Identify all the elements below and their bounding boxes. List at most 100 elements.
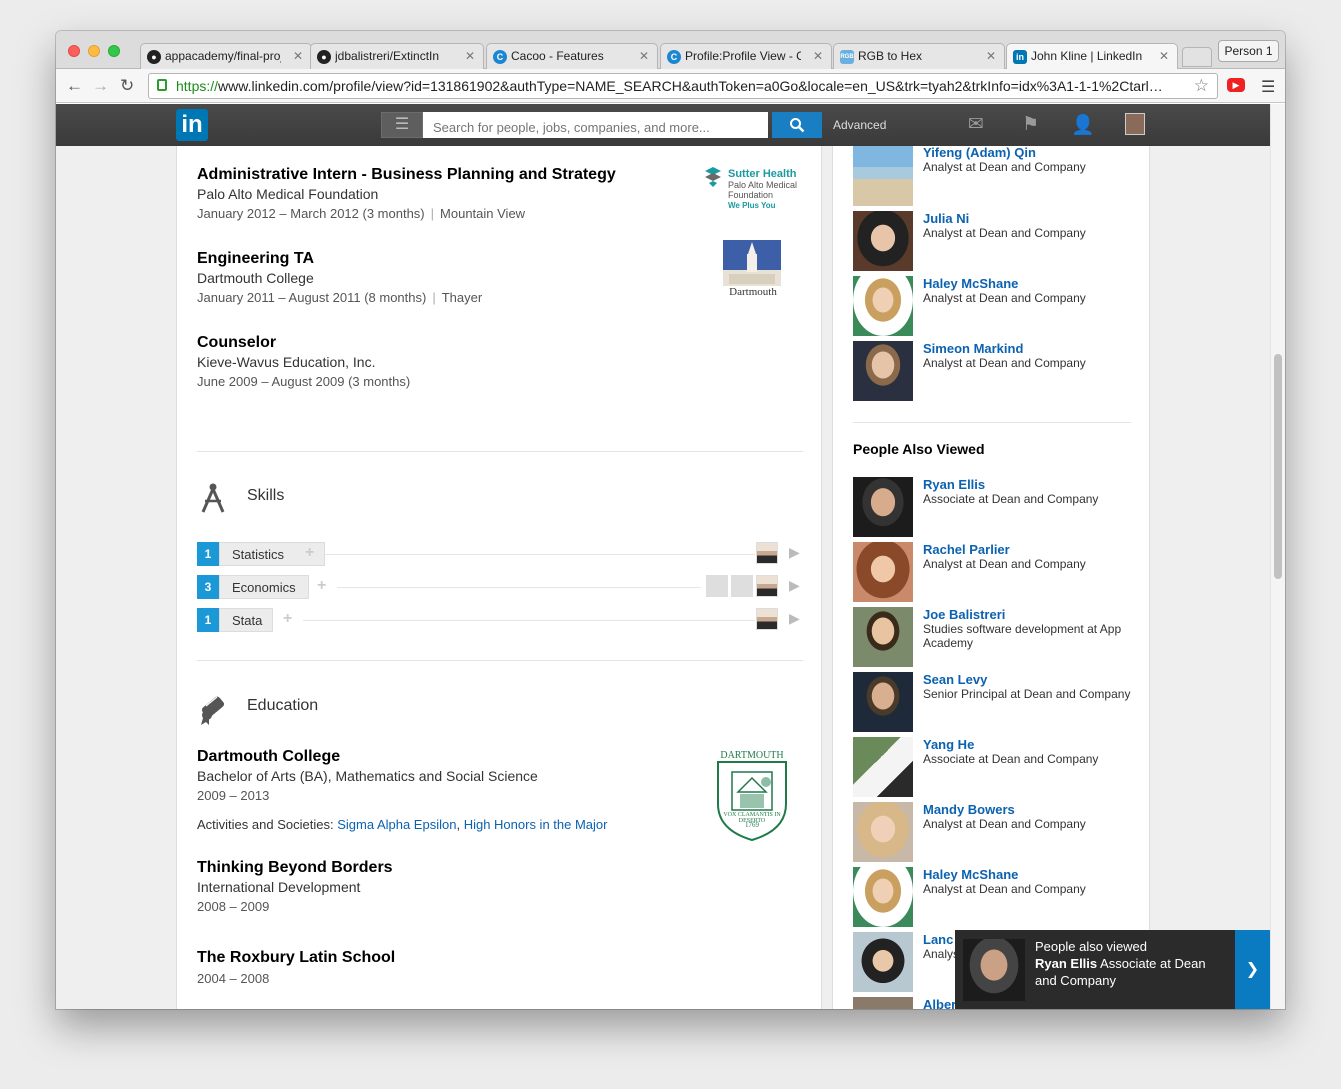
bookmark-star-icon[interactable]: ☆ bbox=[1194, 76, 1209, 96]
reload-icon[interactable]: ↻ bbox=[120, 76, 134, 96]
colleague-card[interactable]: Yifeng (Adam) Qin Analyst at Dean and Co… bbox=[853, 146, 1143, 208]
skill-name[interactable]: Economics bbox=[219, 575, 309, 599]
person-name[interactable]: Rachel Parlier bbox=[923, 542, 1010, 557]
next-chevron-icon[interactable]: ❯ bbox=[1235, 930, 1270, 1009]
zoom-window-button[interactable] bbox=[108, 45, 120, 57]
tab-cacoo-profile[interactable]: C Profile:Profile View - Ca ✕ bbox=[660, 43, 832, 70]
person-name[interactable]: Haley McShane bbox=[923, 867, 1018, 882]
person-photo[interactable] bbox=[853, 276, 913, 336]
youtube-extension-icon[interactable]: ▶ bbox=[1227, 78, 1245, 92]
close-tab-icon[interactable]: ✕ bbox=[986, 49, 996, 63]
person-photo[interactable] bbox=[853, 997, 913, 1009]
activity-link[interactable]: Sigma Alpha Epsilon bbox=[337, 817, 456, 832]
forward-arrow-icon[interactable]: → bbox=[92, 76, 109, 96]
position-company[interactable]: Dartmouth College bbox=[197, 270, 677, 286]
skill-name[interactable]: Stata bbox=[219, 608, 273, 632]
sutter-health-logo[interactable]: Sutter Health Palo Alto Medical Foundati… bbox=[702, 164, 812, 214]
person-photo[interactable] bbox=[853, 341, 913, 401]
person-name[interactable]: Lanc bbox=[923, 932, 953, 947]
person-photo[interactable] bbox=[853, 672, 913, 732]
colleague-card[interactable]: Haley McShane Analyst at Dean and Compan… bbox=[853, 276, 1143, 338]
endorse-plus-icon[interactable]: + bbox=[305, 544, 314, 562]
scrollbar-thumb[interactable] bbox=[1274, 354, 1282, 579]
position-company[interactable]: Kieve-Wavus Education, Inc. bbox=[197, 354, 677, 370]
menu-icon[interactable]: ☰ bbox=[1261, 77, 1275, 97]
notifications-flag-icon[interactable]: ⚑ bbox=[1022, 113, 1039, 136]
chevron-right-icon[interactable]: ▶ bbox=[789, 610, 800, 627]
close-tab-icon[interactable]: ✕ bbox=[1159, 49, 1169, 63]
tab-rgb-to-hex[interactable]: RGB RGB to Hex ✕ bbox=[833, 43, 1005, 70]
page-scrollbar[interactable] bbox=[1270, 104, 1285, 1009]
person-name[interactable]: Haley McShane bbox=[923, 276, 1018, 291]
messages-icon[interactable]: ✉ bbox=[968, 113, 984, 136]
person-name[interactable]: Julia Ni bbox=[923, 211, 969, 226]
person-photo[interactable] bbox=[963, 939, 1025, 1001]
popup-person-name[interactable]: Ryan Ellis bbox=[1035, 956, 1097, 971]
person-photo[interactable] bbox=[853, 542, 913, 602]
endorser-avatar[interactable] bbox=[706, 575, 728, 597]
person-name[interactable]: Sean Levy bbox=[923, 672, 987, 687]
position-title[interactable]: Administrative Intern - Business Plannin… bbox=[197, 166, 677, 184]
position-title[interactable]: Engineering TA bbox=[197, 250, 677, 268]
person-photo[interactable] bbox=[853, 802, 913, 862]
also-viewed-card[interactable]: Rachel Parlier Analyst at Dean and Compa… bbox=[853, 542, 1143, 604]
dartmouth-seal-logo[interactable]: DARTMOUTH VOX CLAMANTIS IN DESERTO 1769 bbox=[702, 748, 802, 844]
person-name[interactable]: Simeon Markind bbox=[923, 341, 1023, 356]
close-window-button[interactable] bbox=[68, 45, 80, 57]
person-photo[interactable] bbox=[853, 607, 913, 667]
new-tab-button[interactable] bbox=[1182, 47, 1212, 67]
tab-appacademy[interactable]: ● appacademy/final-proj ✕ bbox=[140, 43, 312, 70]
person-photo[interactable] bbox=[853, 737, 913, 797]
school-name[interactable]: Thinking Beyond Borders bbox=[197, 859, 677, 877]
also-viewed-card[interactable]: Mandy Bowers Analyst at Dean and Company bbox=[853, 802, 1143, 864]
person-photo[interactable] bbox=[853, 477, 913, 537]
advanced-search-link[interactable]: Advanced bbox=[833, 118, 886, 132]
also-viewed-card[interactable]: Yang He Associate at Dean and Company bbox=[853, 737, 1143, 799]
activity-link[interactable]: High Honors in the Major bbox=[464, 817, 608, 832]
endorse-plus-icon[interactable]: + bbox=[317, 577, 326, 595]
also-viewed-card[interactable]: Haley McShane Analyst at Dean and Compan… bbox=[853, 867, 1143, 929]
person-name[interactable]: Joe Balistreri bbox=[923, 607, 1005, 622]
also-viewed-card[interactable]: Joe Balistreri Studies software developm… bbox=[853, 607, 1143, 669]
chevron-right-icon[interactable]: ▶ bbox=[789, 544, 800, 561]
minimize-window-button[interactable] bbox=[88, 45, 100, 57]
close-tab-icon[interactable]: ✕ bbox=[293, 49, 303, 63]
search-category-menu-icon[interactable]: ☰ bbox=[381, 112, 423, 138]
search-input[interactable] bbox=[423, 112, 768, 138]
account-avatar[interactable] bbox=[1125, 113, 1145, 135]
tab-cacoo-features[interactable]: C Cacoo - Features ✕ bbox=[486, 43, 658, 70]
person-name[interactable]: Ryan Ellis bbox=[923, 477, 985, 492]
add-connections-icon[interactable]: 👤 bbox=[1071, 113, 1095, 137]
also-viewed-card[interactable]: Ryan Ellis Associate at Dean and Company bbox=[853, 477, 1143, 539]
person-name[interactable]: Yifeng (Adam) Qin bbox=[923, 146, 1036, 160]
person-photo[interactable] bbox=[853, 867, 913, 927]
endorse-plus-icon[interactable]: + bbox=[283, 610, 292, 628]
skill-row[interactable]: 3 Economics + ▶ bbox=[197, 575, 803, 599]
position-company[interactable]: Palo Alto Medical Foundation bbox=[197, 186, 677, 202]
linkedin-logo[interactable]: in bbox=[176, 109, 208, 141]
chevron-right-icon[interactable]: ▶ bbox=[789, 577, 800, 594]
profile-button[interactable]: Person 1 bbox=[1218, 40, 1279, 62]
endorser-avatar[interactable] bbox=[756, 542, 778, 564]
dartmouth-logo[interactable]: Dartmouth bbox=[723, 240, 783, 302]
tab-extinctin[interactable]: ● jdbalistreri/ExtinctIn ✕ bbox=[310, 43, 484, 70]
endorser-avatar[interactable] bbox=[756, 575, 778, 597]
endorsement-count[interactable]: 1 bbox=[197, 542, 219, 566]
person-photo[interactable] bbox=[853, 146, 913, 206]
skill-row[interactable]: 1 Stata + ▶ bbox=[197, 608, 803, 632]
also-viewed-card[interactable]: Sean Levy Senior Principal at Dean and C… bbox=[853, 672, 1143, 734]
endorsement-count[interactable]: 3 bbox=[197, 575, 219, 599]
colleague-card[interactable]: Julia Ni Analyst at Dean and Company bbox=[853, 211, 1143, 273]
back-arrow-icon[interactable]: ← bbox=[66, 76, 83, 96]
people-also-viewed-popup[interactable]: People also viewed Ryan Ellis Associate … bbox=[955, 930, 1270, 1009]
school-name[interactable]: The Roxbury Latin School bbox=[197, 949, 677, 967]
close-tab-icon[interactable]: ✕ bbox=[639, 49, 649, 63]
close-tab-icon[interactable]: ✕ bbox=[813, 49, 823, 63]
endorser-avatar[interactable] bbox=[756, 608, 778, 630]
person-name[interactable]: Yang He bbox=[923, 737, 974, 752]
tab-linkedin[interactable]: in John Kline | LinkedIn ✕ bbox=[1006, 43, 1178, 71]
person-photo[interactable] bbox=[853, 932, 913, 992]
address-bar[interactable]: https://www.linkedin.com/profile/view?id… bbox=[148, 73, 1218, 99]
skill-row[interactable]: 1 Statistics + ▶ bbox=[197, 542, 803, 566]
close-tab-icon[interactable]: ✕ bbox=[465, 49, 475, 63]
